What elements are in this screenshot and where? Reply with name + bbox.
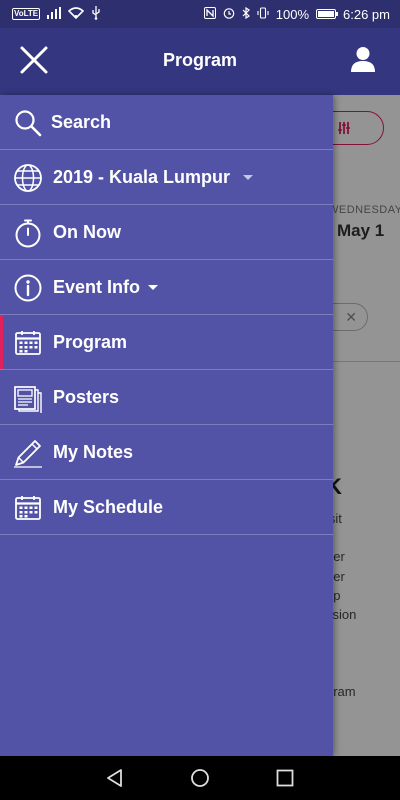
poster-icon — [13, 383, 43, 413]
alarm-icon — [223, 7, 235, 21]
wifi-icon — [67, 6, 85, 22]
volte-badge: VoLTE — [12, 8, 41, 20]
menu-item-posters[interactable]: Posters — [0, 370, 333, 425]
menu-item-search[interactable]: Search — [0, 95, 333, 150]
menu-item-label: 2019 - Kuala Lumpur — [53, 167, 254, 188]
system-nav-bar — [0, 756, 400, 800]
usb-icon — [91, 5, 101, 23]
battery-icon — [316, 9, 339, 19]
app-header: Program — [0, 28, 400, 95]
nfc-icon — [203, 7, 216, 21]
menu-item-event-selector[interactable]: 2019 - Kuala Lumpur — [0, 150, 333, 205]
back-icon[interactable] — [104, 767, 126, 789]
calendar-icon — [13, 493, 43, 523]
menu-item-my-notes[interactable]: My Notes — [0, 425, 333, 480]
info-icon — [13, 273, 43, 303]
menu-item-event-info[interactable]: Event Info — [0, 260, 333, 315]
battery-text: 100% — [275, 6, 310, 22]
status-bar: VoLTE 100% 6:26 pm — [0, 0, 400, 28]
menu-item-label: Search — [51, 111, 112, 132]
calendar-icon — [13, 328, 43, 358]
filter-icon — [338, 122, 350, 134]
menu-item-on-now[interactable]: On Now — [0, 205, 333, 260]
menu-item-label: My Notes — [53, 441, 134, 462]
menu-item-label: On Now — [53, 221, 121, 242]
date-label: May 1 — [337, 221, 385, 240]
home-icon[interactable] — [189, 767, 211, 789]
menu-item-label: My Schedule — [53, 496, 164, 517]
signal-icon — [47, 6, 62, 22]
status-left: VoLTE — [12, 5, 101, 23]
pencil-icon — [13, 438, 43, 468]
close-icon[interactable]: ✕ — [345, 309, 357, 326]
weekday-label: WEDNESDAY — [328, 204, 400, 216]
status-right: 100% 6:26 pm — [203, 6, 390, 22]
vibrate-icon — [257, 7, 269, 21]
user-icon[interactable] — [348, 44, 378, 74]
search-icon — [13, 108, 43, 138]
stopwatch-icon — [13, 218, 43, 248]
dropdown-caret-icon — [148, 285, 159, 291]
status-time: 6:26 pm — [343, 6, 390, 22]
bluetooth-icon — [242, 6, 250, 21]
menu-item-my-schedule[interactable]: My Schedule — [0, 480, 333, 535]
menu-item-label: Posters — [53, 386, 120, 407]
recents-icon[interactable] — [274, 767, 296, 789]
menu-item-program[interactable]: Program — [0, 315, 333, 370]
menu-item-label: Program — [53, 331, 128, 352]
globe-icon — [13, 163, 43, 193]
navigation-drawer: Search 2019 - Kuala Lumpur On Now Event … — [0, 95, 333, 756]
menu-item-label: Event Info — [53, 277, 159, 298]
page-title: Program — [162, 50, 238, 70]
dropdown-caret-icon — [243, 175, 254, 181]
